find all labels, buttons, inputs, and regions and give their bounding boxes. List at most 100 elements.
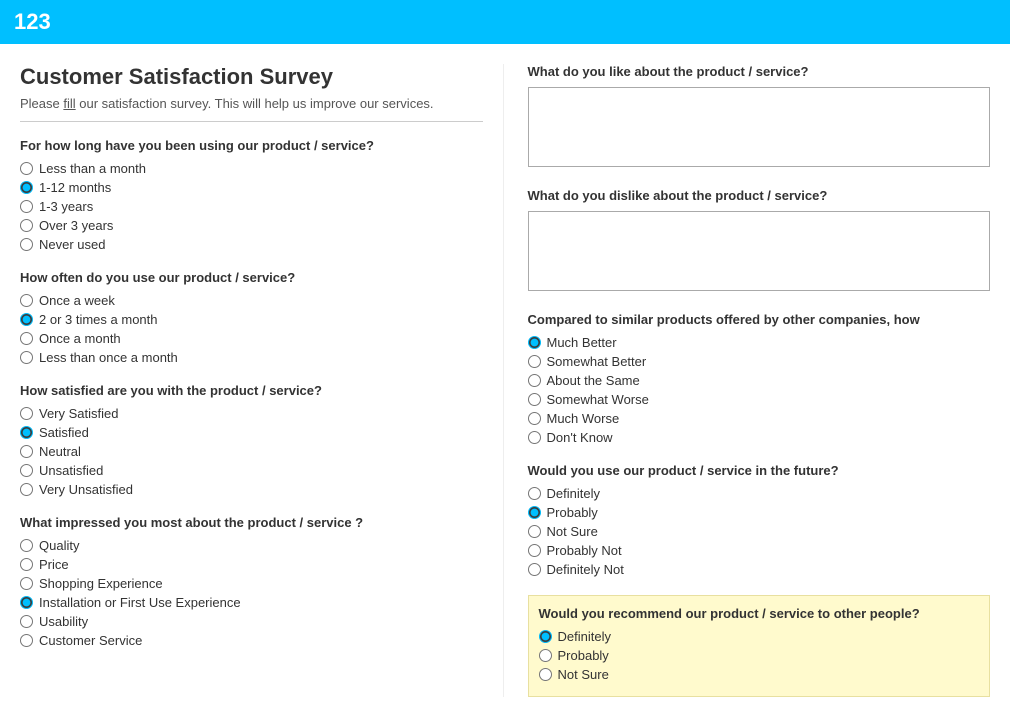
future-radio-definitely[interactable] xyxy=(528,487,541,500)
question-1: For how long have you been using our pro… xyxy=(20,138,483,252)
compare-option-much-better[interactable]: Much Better xyxy=(528,335,991,350)
q3-option-neutral[interactable]: Neutral xyxy=(20,444,483,459)
compare-label-much-better: Much Better xyxy=(547,335,617,350)
question-1-label: For how long have you been using our pro… xyxy=(20,138,483,153)
future-radio-probably[interactable] xyxy=(528,506,541,519)
compare-radio-somewhat-worse[interactable] xyxy=(528,393,541,406)
future-label-definitely: Definitely xyxy=(547,486,600,501)
subtitle-pre: Please xyxy=(20,96,63,111)
future-option-not-sure[interactable]: Not Sure xyxy=(528,524,991,539)
q-dislike-label: What do you dislike about the product / … xyxy=(528,188,991,203)
q1-radio-1-3-years[interactable] xyxy=(20,200,33,213)
q2-option-once-month[interactable]: Once a month xyxy=(20,331,483,346)
q2-radio-2-3-times[interactable] xyxy=(20,313,33,326)
q1-radio-never-used[interactable] xyxy=(20,238,33,251)
q-like-textarea[interactable] xyxy=(528,87,991,167)
q1-radio-1-12-months[interactable] xyxy=(20,181,33,194)
future-radio-definitely-not[interactable] xyxy=(528,563,541,576)
compare-radio-somewhat-better[interactable] xyxy=(528,355,541,368)
recommend-option-definitely[interactable]: Definitely xyxy=(539,629,980,644)
main-container: Customer Satisfaction Survey Please fill… xyxy=(0,44,1010,717)
q2-radio-less-once-month[interactable] xyxy=(20,351,33,364)
q-compare-group: Compared to similar products offered by … xyxy=(528,312,991,445)
q1-radio-less-than-month[interactable] xyxy=(20,162,33,175)
q1-radio-over-3-years[interactable] xyxy=(20,219,33,232)
future-option-probably[interactable]: Probably xyxy=(528,505,991,520)
recommend-radio-definitely[interactable] xyxy=(539,630,552,643)
future-label-definitely-not: Definitely Not xyxy=(547,562,624,577)
q4-radio-price[interactable] xyxy=(20,558,33,571)
q3-option-satisfied[interactable]: Satisfied xyxy=(20,425,483,440)
q3-radio-unsatisfied[interactable] xyxy=(20,464,33,477)
q3-label-satisfied: Satisfied xyxy=(39,425,89,440)
q2-radio-once-month[interactable] xyxy=(20,332,33,345)
q3-radio-very-satisfied[interactable] xyxy=(20,407,33,420)
q2-label-once-month: Once a month xyxy=(39,331,121,346)
compare-option-dont-know[interactable]: Don't Know xyxy=(528,430,991,445)
q3-radio-very-unsatisfied[interactable] xyxy=(20,483,33,496)
q4-option-price[interactable]: Price xyxy=(20,557,483,572)
compare-label-much-worse: Much Worse xyxy=(547,411,620,426)
q4-label-usability: Usability xyxy=(39,614,88,629)
q2-label-less-once-month: Less than once a month xyxy=(39,350,178,365)
q2-label-once-week: Once a week xyxy=(39,293,115,308)
q4-option-customer-service[interactable]: Customer Service xyxy=(20,633,483,648)
q3-option-very-satisfied[interactable]: Very Satisfied xyxy=(20,406,483,421)
future-option-definitely[interactable]: Definitely xyxy=(528,486,991,501)
recommend-option-probably[interactable]: Probably xyxy=(539,648,980,663)
q4-label-shopping: Shopping Experience xyxy=(39,576,163,591)
q3-radio-neutral[interactable] xyxy=(20,445,33,458)
q4-option-usability[interactable]: Usability xyxy=(20,614,483,629)
q4-radio-customer-service[interactable] xyxy=(20,634,33,647)
q-future-group: Would you use our product / service in t… xyxy=(528,463,991,577)
future-option-probably-not[interactable]: Probably Not xyxy=(528,543,991,558)
future-option-definitely-not[interactable]: Definitely Not xyxy=(528,562,991,577)
q-dislike-textarea[interactable] xyxy=(528,211,991,291)
future-label-probably-not: Probably Not xyxy=(547,543,622,558)
q1-option-1-12-months[interactable]: 1-12 months xyxy=(20,180,483,195)
future-radio-probably-not[interactable] xyxy=(528,544,541,557)
q4-radio-quality[interactable] xyxy=(20,539,33,552)
header: 123 xyxy=(0,0,1010,44)
q4-radio-usability[interactable] xyxy=(20,615,33,628)
compare-radio-about-same[interactable] xyxy=(528,374,541,387)
q1-option-over-3-years[interactable]: Over 3 years xyxy=(20,218,483,233)
q2-option-once-week[interactable]: Once a week xyxy=(20,293,483,308)
q1-option-less-than-month[interactable]: Less than a month xyxy=(20,161,483,176)
compare-radio-much-better[interactable] xyxy=(528,336,541,349)
q3-radio-satisfied[interactable] xyxy=(20,426,33,439)
recommend-option-not-sure[interactable]: Not Sure xyxy=(539,667,980,682)
q1-label-1-3-years: 1-3 years xyxy=(39,199,93,214)
compare-option-somewhat-better[interactable]: Somewhat Better xyxy=(528,354,991,369)
q2-option-less-once-month[interactable]: Less than once a month xyxy=(20,350,483,365)
q3-option-very-unsatisfied[interactable]: Very Unsatisfied xyxy=(20,482,483,497)
q4-option-installation[interactable]: Installation or First Use Experience xyxy=(20,595,483,610)
q2-radio-once-week[interactable] xyxy=(20,294,33,307)
q3-label-neutral: Neutral xyxy=(39,444,81,459)
q-future-label: Would you use our product / service in t… xyxy=(528,463,991,478)
q1-option-never-used[interactable]: Never used xyxy=(20,237,483,252)
future-radio-not-sure[interactable] xyxy=(528,525,541,538)
compare-radio-much-worse[interactable] xyxy=(528,412,541,425)
q2-option-2-3-times[interactable]: 2 or 3 times a month xyxy=(20,312,483,327)
recommend-radio-probably[interactable] xyxy=(539,649,552,662)
q4-option-quality[interactable]: Quality xyxy=(20,538,483,553)
divider xyxy=(20,121,483,122)
survey-subtitle: Please fill our satisfaction survey. Thi… xyxy=(20,96,483,111)
q1-label-never-used: Never used xyxy=(39,237,105,252)
q4-label-quality: Quality xyxy=(39,538,79,553)
q4-option-shopping[interactable]: Shopping Experience xyxy=(20,576,483,591)
q1-label-less-than-month: Less than a month xyxy=(39,161,146,176)
compare-option-about-same[interactable]: About the Same xyxy=(528,373,991,388)
q3-option-unsatisfied[interactable]: Unsatisfied xyxy=(20,463,483,478)
q1-option-1-3-years[interactable]: 1-3 years xyxy=(20,199,483,214)
q4-radio-shopping[interactable] xyxy=(20,577,33,590)
recommend-radio-not-sure[interactable] xyxy=(539,668,552,681)
compare-option-somewhat-worse[interactable]: Somewhat Worse xyxy=(528,392,991,407)
question-3-label: How satisfied are you with the product /… xyxy=(20,383,483,398)
q-recommend-group: Would you recommend our product / servic… xyxy=(528,595,991,697)
compare-option-much-worse[interactable]: Much Worse xyxy=(528,411,991,426)
q4-radio-installation[interactable] xyxy=(20,596,33,609)
question-4-label: What impressed you most about the produc… xyxy=(20,515,483,530)
compare-radio-dont-know[interactable] xyxy=(528,431,541,444)
